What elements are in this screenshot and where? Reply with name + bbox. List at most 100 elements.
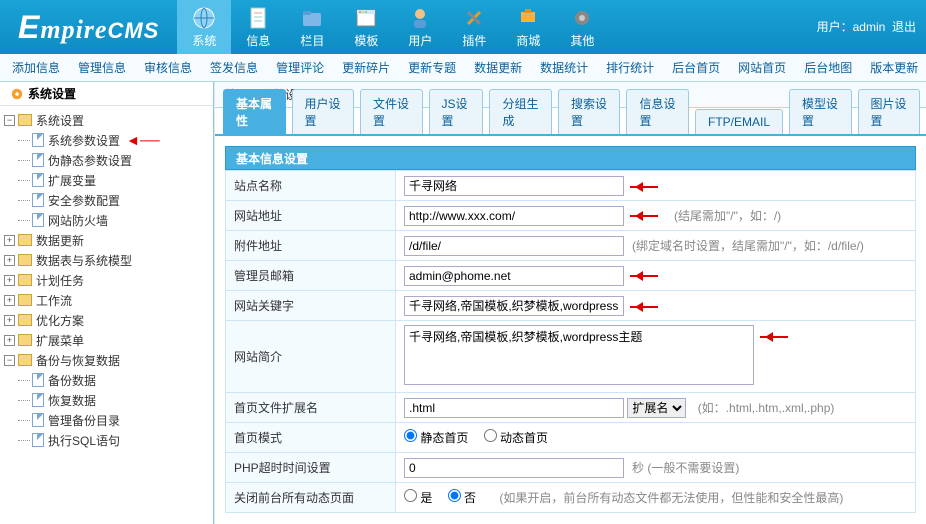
logout-link[interactable]: 退出 bbox=[892, 20, 916, 34]
tab-4[interactable]: 分组生成 bbox=[489, 89, 552, 134]
tab-0[interactable]: 基本属性 bbox=[223, 89, 286, 134]
logo: EmpireCMS bbox=[0, 9, 177, 46]
menu-template[interactable]: 模板 bbox=[339, 0, 393, 54]
folder-icon bbox=[18, 114, 32, 126]
expand-icon[interactable]: + bbox=[4, 275, 15, 286]
expand-icon[interactable]: + bbox=[4, 255, 15, 266]
subnav-item[interactable]: 更新碎片 bbox=[342, 59, 390, 76]
tree-leaf[interactable]: 网站防火墙 bbox=[18, 210, 213, 230]
select-ext[interactable]: 扩展名 bbox=[627, 398, 686, 418]
tree-root-backup[interactable]: − 备份与恢复数据 bbox=[4, 350, 213, 370]
tree-root-sysset[interactable]: − 系统设置 bbox=[4, 110, 213, 130]
tree-root[interactable]: +扩展菜单 bbox=[4, 330, 213, 350]
tree-leaf[interactable]: 扩展变量 bbox=[18, 170, 213, 190]
subnav-item[interactable]: 审核信息 bbox=[144, 59, 192, 76]
annotation-arrow bbox=[760, 331, 796, 343]
window-icon bbox=[352, 6, 380, 30]
input-adminemail[interactable] bbox=[404, 266, 624, 286]
tree-leaf[interactable]: 恢复数据 bbox=[18, 390, 213, 410]
tree-root[interactable]: +计划任务 bbox=[4, 270, 213, 290]
subnav-item[interactable]: 签发信息 bbox=[210, 59, 258, 76]
section-title: 基本信息设置 bbox=[225, 146, 916, 170]
content-area: 位置：参数设置 基本属性用户设置文件设置JS设置分组生成搜索设置信息设置FTP/… bbox=[214, 82, 926, 524]
tree-leaf[interactable]: 伪静态参数设置 bbox=[18, 150, 213, 170]
tree-root[interactable]: +工作流 bbox=[4, 290, 213, 310]
page-icon bbox=[32, 153, 44, 167]
cart-icon bbox=[514, 6, 542, 30]
tree-leaf[interactable]: 执行SQL语句 bbox=[18, 430, 213, 450]
subnav-item[interactable]: 数据统计 bbox=[540, 59, 588, 76]
radio-close-no[interactable]: 否 bbox=[448, 491, 476, 505]
subnav-item[interactable]: 管理评论 bbox=[276, 59, 324, 76]
menu-info[interactable]: 信息 bbox=[231, 0, 285, 54]
label-closefront: 关闭前台所有动态页面 bbox=[226, 483, 396, 513]
input-indexext[interactable] bbox=[404, 398, 624, 418]
page-icon bbox=[32, 193, 44, 207]
settings-form: 站点名称 网站地址 (结尾需加"/"，如：/) 附件地址 (绑定域名时设置，结尾… bbox=[225, 170, 916, 513]
subnav-item[interactable]: 后台地图 bbox=[804, 59, 852, 76]
user-area: 用户：admin 退出 bbox=[817, 18, 916, 35]
menu-other[interactable]: 其他 bbox=[555, 0, 609, 54]
folder-icon bbox=[18, 354, 32, 366]
expand-icon[interactable]: + bbox=[4, 335, 15, 346]
subnav-item[interactable]: 管理信息 bbox=[78, 59, 126, 76]
subnav-item[interactable]: 排行统计 bbox=[606, 59, 654, 76]
tab-9[interactable]: 图片设置 bbox=[858, 89, 921, 134]
subnav-item[interactable]: 添加信息 bbox=[12, 59, 60, 76]
collapse-icon[interactable]: − bbox=[4, 115, 15, 126]
menu-column[interactable]: 栏目 bbox=[285, 0, 339, 54]
page-icon bbox=[32, 133, 44, 147]
subnav-item[interactable]: 网站首页 bbox=[738, 59, 786, 76]
tree-root[interactable]: +数据更新 bbox=[4, 230, 213, 250]
tab-2[interactable]: 文件设置 bbox=[360, 89, 423, 134]
label-description: 网站简介 bbox=[226, 321, 396, 393]
folder-icon bbox=[18, 334, 32, 346]
subnav-item[interactable]: 后台首页 bbox=[672, 59, 720, 76]
radio-dynamic[interactable]: 动态首页 bbox=[484, 431, 548, 445]
label-attachurl: 附件地址 bbox=[226, 231, 396, 261]
subnav-item[interactable]: 更新专题 bbox=[408, 59, 456, 76]
input-sitename[interactable] bbox=[404, 176, 624, 196]
tab-6[interactable]: 信息设置 bbox=[626, 89, 689, 134]
radio-static[interactable]: 静态首页 bbox=[404, 431, 468, 445]
input-siteurl[interactable] bbox=[404, 206, 624, 226]
document-icon bbox=[244, 6, 272, 30]
page-icon bbox=[32, 373, 44, 387]
label-indexmode: 首页模式 bbox=[226, 423, 396, 453]
expand-icon[interactable]: + bbox=[4, 315, 15, 326]
tree-leaf[interactable]: 安全参数配置 bbox=[18, 190, 213, 210]
settings-tabs: 基本属性用户设置文件设置JS设置分组生成搜索设置信息设置FTP/EMAIL模型设… bbox=[215, 108, 926, 136]
input-description[interactable] bbox=[404, 325, 754, 385]
input-keywords[interactable] bbox=[404, 296, 624, 316]
input-attachurl[interactable] bbox=[404, 236, 624, 256]
subnav-item[interactable]: 版本更新 bbox=[870, 59, 918, 76]
tree-root[interactable]: +优化方案 bbox=[4, 310, 213, 330]
menu-shop[interactable]: 商城 bbox=[501, 0, 555, 54]
tab-5[interactable]: 搜索设置 bbox=[558, 89, 621, 134]
subnav-item[interactable]: 数据更新 bbox=[474, 59, 522, 76]
tree-root[interactable]: +数据表与系统模型 bbox=[4, 250, 213, 270]
folder-icon bbox=[18, 294, 32, 306]
folder-icon bbox=[18, 254, 32, 266]
tab-7[interactable]: FTP/EMAIL bbox=[695, 109, 783, 134]
folder-icon bbox=[18, 274, 32, 286]
radio-close-yes[interactable]: 是 bbox=[404, 491, 432, 505]
menu-system[interactable]: 系统 bbox=[177, 0, 231, 54]
sub-nav: 添加信息 管理信息 审核信息 签发信息 管理评论 更新碎片 更新专题 数据更新 数据统计 排行统计… bbox=[0, 54, 926, 82]
tree-leaf[interactable]: 系统参数设置◄── bbox=[18, 130, 213, 150]
tab-8[interactable]: 模型设置 bbox=[789, 89, 852, 134]
annotation-arrow bbox=[630, 301, 666, 313]
input-phptimeout[interactable] bbox=[404, 458, 624, 478]
tree-leaf[interactable]: 管理备份目录 bbox=[18, 410, 213, 430]
page-icon bbox=[32, 173, 44, 187]
expand-icon[interactable]: + bbox=[4, 295, 15, 306]
tab-3[interactable]: JS设置 bbox=[429, 89, 484, 134]
expand-icon[interactable]: + bbox=[4, 235, 15, 246]
sidebar-title: 系统设置 bbox=[0, 82, 213, 106]
annotation-arrow bbox=[630, 181, 666, 193]
tree-leaf[interactable]: 备份数据 bbox=[18, 370, 213, 390]
tab-1[interactable]: 用户设置 bbox=[292, 89, 355, 134]
collapse-icon[interactable]: − bbox=[4, 355, 15, 366]
menu-user[interactable]: 用户 bbox=[393, 0, 447, 54]
menu-plugin[interactable]: 插件 bbox=[447, 0, 501, 54]
